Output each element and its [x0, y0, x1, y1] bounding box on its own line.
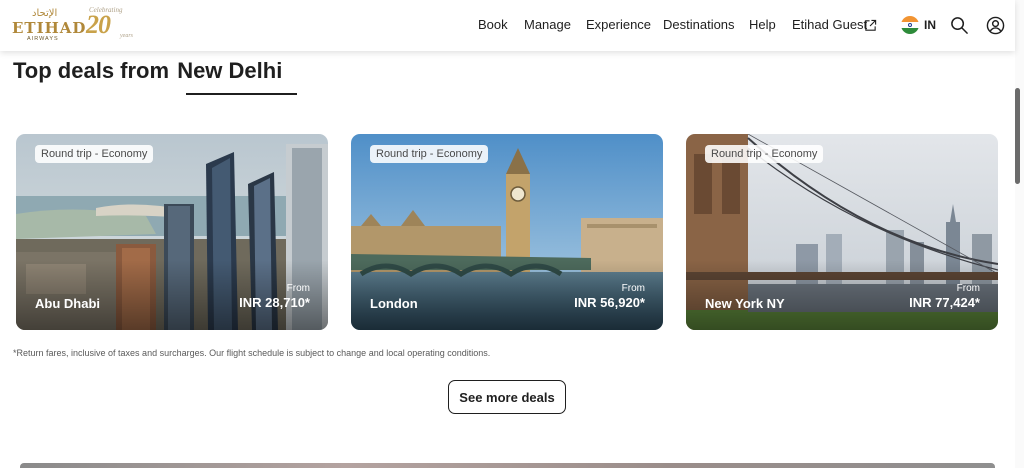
fare-disclaimer: *Return fares, inclusive of taxes and su… — [13, 348, 491, 358]
nav-destinations[interactable]: Destinations — [663, 17, 735, 32]
price-from-label: From — [286, 283, 310, 294]
external-link-icon — [865, 19, 877, 31]
anniversary-number: 20 — [86, 10, 111, 39]
scrollbar-thumb[interactable] — [1015, 88, 1020, 184]
deal-card-new-york[interactable]: Round trip - Economy From New York NY IN… — [686, 134, 998, 330]
destination-name: London — [370, 296, 418, 311]
logo-text: ETIHAD — [12, 19, 87, 37]
price-from-label: From — [621, 283, 645, 294]
nav-etihad-guest[interactable]: Etihad Guest — [792, 17, 867, 32]
country-selector[interactable]: IN — [924, 18, 936, 32]
nav-book[interactable]: Book — [478, 17, 508, 32]
page-scrollbar[interactable] — [1015, 0, 1024, 468]
deal-card-london[interactable]: Round trip - Economy From London INR 56,… — [351, 134, 663, 330]
etihad-logo[interactable]: الإتحاد ETIHAD AIRWAYS — [12, 8, 85, 42]
user-icon[interactable] — [986, 16, 1005, 35]
deal-price: INR 28,710* — [239, 295, 310, 310]
section-title: Top deals from New Delhi — [13, 58, 282, 84]
destination-name: New York NY — [705, 296, 785, 311]
site-header: الإتحاد ETIHAD AIRWAYS Celebrating 20 ye… — [0, 0, 1015, 51]
logo-arabic-text: الإتحاد — [32, 8, 58, 19]
fare-type-badge: Round trip - Economy — [35, 145, 154, 163]
search-icon[interactable] — [950, 16, 969, 35]
section-title-prefix: Top deals from — [13, 58, 170, 83]
origin-city-selector[interactable]: New Delhi — [177, 58, 282, 83]
destination-name: Abu Dhabi — [35, 296, 100, 311]
logo-subtext: AIRWAYS — [27, 36, 59, 42]
fare-type-badge: Round trip - Economy — [705, 145, 824, 163]
see-more-deals-button[interactable]: See more deals — [448, 380, 566, 414]
anniversary-years: years — [120, 33, 133, 39]
india-flag-icon[interactable] — [901, 16, 919, 34]
nav-experience[interactable]: Experience — [586, 17, 651, 32]
price-from-label: From — [956, 283, 980, 294]
next-section-preview — [20, 463, 995, 468]
nav-help[interactable]: Help — [749, 17, 776, 32]
deal-price: INR 56,920* — [574, 295, 645, 310]
fare-type-badge: Round trip - Economy — [370, 145, 489, 163]
nav-manage[interactable]: Manage — [524, 17, 571, 32]
deal-card-abu-dhabi[interactable]: Round trip - Economy From Abu Dhabi INR … — [16, 134, 328, 330]
city-underline — [186, 93, 297, 95]
deal-price: INR 77,424* — [909, 295, 980, 310]
anniversary-badge: Celebrating 20 years — [86, 6, 146, 42]
